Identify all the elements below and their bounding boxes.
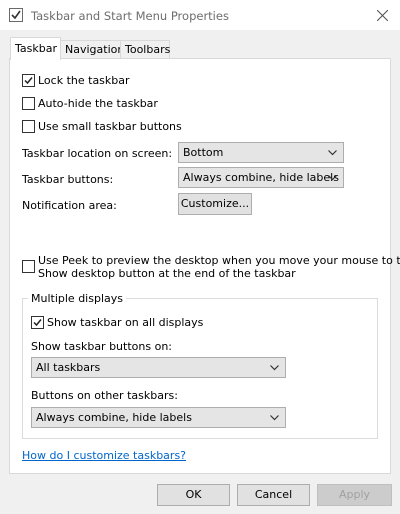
app-window-check-icon xyxy=(9,8,23,22)
notification-label: Notification area: xyxy=(22,199,117,212)
multiple-displays-title: Multiple displays xyxy=(28,292,126,305)
cancel-button[interactable]: Cancel xyxy=(237,484,310,506)
peek-label-line2[interactable]: Show desktop button at the end of the ta… xyxy=(38,267,296,280)
peek-checkbox[interactable] xyxy=(22,260,35,273)
lock-taskbar-label[interactable]: Lock the taskbar xyxy=(38,74,130,87)
location-value: Bottom xyxy=(183,146,224,159)
show-buttons-on-value: All taskbars xyxy=(36,361,101,374)
window-title: Taskbar and Start Menu Properties xyxy=(31,9,229,23)
other-taskbars-label: Buttons on other taskbars: xyxy=(31,389,178,402)
checkmark-icon xyxy=(24,77,33,85)
chevron-down-icon xyxy=(270,415,279,421)
tab-navigation-label: Navigation xyxy=(65,43,125,56)
taskbar-buttons-label: Taskbar buttons: xyxy=(22,173,114,186)
checkmark-icon xyxy=(33,319,42,327)
help-link[interactable]: How do I customize taskbars? xyxy=(22,449,186,462)
other-taskbars-dropdown[interactable]: Always combine, hide labels xyxy=(31,407,286,428)
other-taskbars-value: Always combine, hide labels xyxy=(36,411,192,424)
small-buttons-label[interactable]: Use small taskbar buttons xyxy=(38,120,182,133)
tab-toolbars-label: Toolbars xyxy=(125,43,171,56)
show-buttons-on-label: Show taskbar buttons on: xyxy=(31,340,172,353)
taskbar-buttons-dropdown[interactable]: Always combine, hide labels xyxy=(178,167,344,188)
tab-taskbar[interactable]: Taskbar xyxy=(10,37,61,60)
show-all-displays-label[interactable]: Show taskbar on all displays xyxy=(47,316,203,329)
chevron-down-icon xyxy=(328,150,337,156)
small-buttons-checkbox[interactable] xyxy=(22,120,35,133)
peek-label-line1[interactable]: Use Peek to preview the desktop when you… xyxy=(38,254,400,267)
close-button[interactable] xyxy=(366,3,400,29)
auto-hide-label[interactable]: Auto-hide the taskbar xyxy=(38,97,158,110)
tab-navigation[interactable]: Navigation xyxy=(60,40,125,59)
lock-taskbar-checkbox[interactable] xyxy=(22,74,35,87)
location-dropdown[interactable]: Bottom xyxy=(178,142,344,163)
tab-toolbars[interactable]: Toolbars xyxy=(120,40,170,59)
show-all-displays-checkbox[interactable] xyxy=(31,316,44,329)
apply-button[interactable]: Apply xyxy=(317,484,392,506)
ok-button[interactable]: OK xyxy=(157,484,230,506)
chevron-down-icon xyxy=(328,175,337,181)
auto-hide-checkbox[interactable] xyxy=(22,97,35,110)
tab-taskbar-label: Taskbar xyxy=(15,42,57,55)
chevron-down-icon xyxy=(270,365,279,371)
location-label: Taskbar location on screen: xyxy=(22,147,173,160)
show-buttons-on-dropdown[interactable]: All taskbars xyxy=(31,357,286,378)
customize-button[interactable]: Customize... xyxy=(178,193,252,215)
close-icon xyxy=(377,10,388,21)
taskbar-buttons-value: Always combine, hide labels xyxy=(183,171,339,184)
